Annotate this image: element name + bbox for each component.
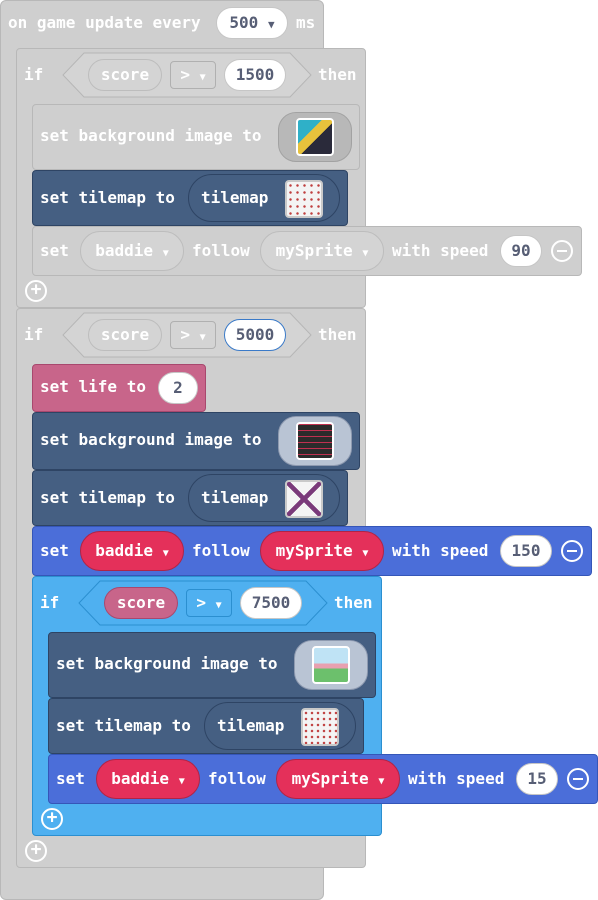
tilemap-image-icon — [285, 180, 323, 218]
background-image-field[interactable] — [278, 416, 352, 466]
set-tilemap-label: set tilemap to — [40, 488, 175, 507]
then-label: then — [334, 593, 373, 612]
sprite-dropdown[interactable]: baddie ▼ — [80, 231, 184, 271]
add-icon[interactable]: + — [41, 808, 63, 830]
dropdown-arrow-icon: ▼ — [162, 248, 169, 259]
remove-icon[interactable] — [561, 540, 583, 562]
background-image-field[interactable] — [294, 640, 368, 690]
event-label-prefix: on game update every — [8, 13, 201, 32]
if-label: if — [24, 325, 44, 344]
set-background-label: set background image to — [40, 430, 262, 449]
dropdown-arrow-icon: ▼ — [178, 776, 185, 787]
event-label-suffix: ms — [296, 13, 316, 32]
speed-label: with speed — [408, 769, 505, 788]
tilemap-value-field[interactable]: tilemap — [204, 702, 356, 750]
set-life-label: set life to — [40, 377, 146, 396]
remove-icon[interactable] — [567, 768, 589, 790]
dropdown-arrow-icon: ▼ — [199, 332, 206, 343]
dropdown-arrow-icon: ▼ — [199, 72, 206, 83]
set-tilemap-label: set tilemap to — [56, 716, 191, 735]
interval-dropdown[interactable]: 500 ▼ — [216, 7, 288, 39]
if-label: if — [40, 593, 60, 612]
tilemap-value-field[interactable]: tilemap — [188, 474, 340, 522]
target-dropdown[interactable]: mySprite ▼ — [276, 759, 400, 799]
interval-value: 500 — [229, 13, 259, 32]
operator-dropdown[interactable]: > ▼ — [170, 61, 216, 89]
sprite-dropdown[interactable]: baddie ▼ — [96, 759, 200, 799]
score-variable[interactable]: score — [104, 587, 178, 619]
add-icon[interactable]: + — [25, 280, 47, 302]
dropdown-arrow-icon: ▼ — [378, 776, 385, 787]
compare-value-field[interactable]: 5000 — [224, 319, 286, 351]
set-tilemap-label: set tilemap to — [40, 188, 175, 207]
landscape-image-icon — [312, 646, 350, 684]
dropdown-arrow-icon: ▼ — [162, 548, 169, 559]
set-background-label: set background image to — [56, 654, 278, 673]
then-label: then — [318, 65, 357, 84]
speed-field[interactable]: 150 — [500, 535, 552, 567]
follow-set-label: set — [40, 541, 69, 560]
tilemap-value-field[interactable]: tilemap — [188, 174, 340, 222]
text-image-icon — [296, 422, 334, 460]
tilemap-image-icon — [301, 708, 339, 746]
speed-label: with speed — [392, 541, 489, 560]
if-label: if — [24, 65, 44, 84]
landscape-image-icon — [296, 118, 334, 156]
set-background-label: set background image to — [40, 126, 262, 145]
compare-value-field[interactable]: 1500 — [224, 59, 286, 91]
dropdown-arrow-icon: ▼ — [362, 248, 369, 259]
operator-dropdown[interactable]: > ▼ — [186, 589, 232, 617]
add-icon[interactable]: + — [25, 840, 47, 862]
follow-set-label: set — [56, 769, 85, 788]
tilemap-image-icon — [285, 480, 323, 518]
operator-dropdown[interactable]: > ▼ — [170, 321, 216, 349]
sprite-dropdown[interactable]: baddie ▼ — [80, 531, 184, 571]
score-variable[interactable]: score — [88, 319, 162, 351]
dropdown-arrow-icon: ▼ — [215, 600, 222, 611]
speed-field[interactable]: 90 — [500, 235, 542, 267]
remove-icon[interactable] — [551, 240, 573, 262]
target-dropdown[interactable]: mySprite ▼ — [260, 531, 384, 571]
dropdown-arrow-icon: ▼ — [362, 548, 369, 559]
speed-field[interactable]: 15 — [516, 763, 558, 795]
follow-label: follow — [208, 769, 266, 788]
life-value-field[interactable]: 2 — [158, 372, 198, 404]
background-image-field[interactable] — [278, 112, 352, 162]
follow-label: follow — [192, 241, 250, 260]
compare-value-field[interactable]: 7500 — [240, 587, 302, 619]
dropdown-arrow-icon: ▼ — [267, 18, 275, 31]
then-label: then — [318, 325, 357, 344]
target-dropdown[interactable]: mySprite ▼ — [260, 231, 384, 271]
follow-label: follow — [192, 541, 250, 560]
speed-label: with speed — [392, 241, 489, 260]
score-variable[interactable]: score — [88, 59, 162, 91]
follow-set-label: set — [40, 241, 69, 260]
